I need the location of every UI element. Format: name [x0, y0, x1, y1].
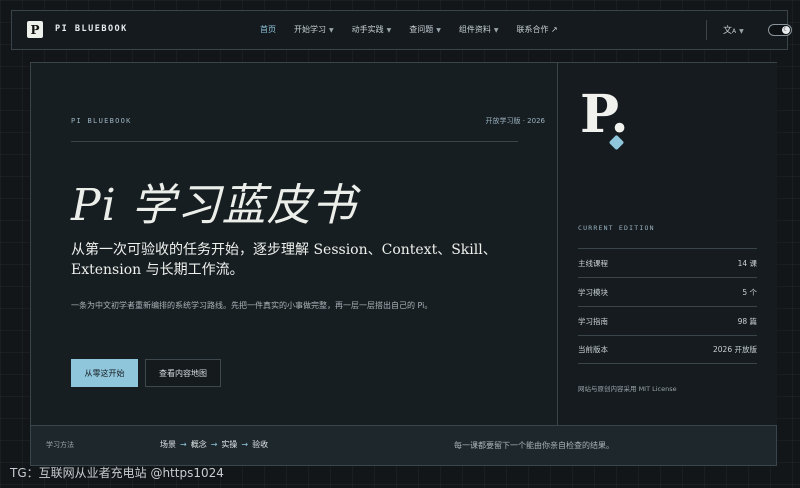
hero-description: 一条为中文初学者重新编排的系统学习路线。先把一件真实的小事做完整，再一层一层搭出… — [71, 301, 433, 310]
watermark-text: TG：互联网从业者充电站 @https1024 — [10, 466, 224, 480]
language-switcher[interactable]: 文A ▼ — [723, 23, 744, 36]
nav-item-troubleshooting[interactable]: 查问题 ▼ — [409, 24, 441, 35]
nav-item-hands-on[interactable]: 动手实践 ▼ — [352, 24, 392, 35]
site-name[interactable]: PI BLUEBOOK — [55, 24, 128, 34]
nav-item-contact[interactable]: 联系合作 ↗ — [517, 24, 558, 35]
chevron-down-icon: ▼ — [386, 27, 392, 34]
step-item: 概念 — [190, 440, 207, 449]
stat-row: 学习指南 98 篇 — [578, 306, 757, 335]
page-title: Pi 学习蓝皮书 — [71, 180, 357, 231]
chevron-down-icon: ▼ — [436, 27, 441, 34]
edition-tag: 开放学习版 · 2026 — [485, 117, 546, 125]
divider — [71, 141, 518, 142]
method-label: 学习方法 — [46, 441, 74, 449]
arrow-right-icon: → — [241, 440, 249, 449]
edition-label: CURRENT EDITION — [578, 224, 655, 232]
edition-panel: P. CURRENT EDITION 主线课程 14 课 学习模块 5 个 学习… — [557, 63, 777, 425]
method-note: 每一课都要留下一个能由你亲自检查的结果。 — [454, 441, 614, 450]
arrow-right-icon: → — [180, 440, 187, 449]
stat-row: 主线课程 14 课 — [578, 248, 757, 277]
stat-row: 学习模块 5 个 — [578, 277, 757, 306]
stat-value: 5 个 — [742, 287, 757, 297]
stat-label: 主线课程 — [578, 258, 608, 268]
method-steps: 场景 → 概念 → 实操 → 验收 — [160, 439, 268, 450]
nav-item-home[interactable]: 首页 — [260, 24, 276, 35]
stat-value: 2026 开放版 — [713, 345, 757, 354]
chevron-down-icon: ▼ — [493, 27, 499, 34]
stat-value: 14 课 — [737, 258, 757, 268]
stat-label: 学习模块 — [578, 287, 608, 297]
main-nav: 首页 开始学习 ▼ 动手实践 ▼ 查问题 ▼ 组件资料 ▼ 联系合作 ↗ — [260, 24, 576, 35]
stat-label: 学习指南 — [578, 316, 608, 326]
stat-row: 当前版本 2026 开放版 — [578, 335, 757, 364]
step-item: 实操 — [221, 440, 238, 449]
hero-card: PI BLUEBOOK 开放学习版 · 2026 Pi 学习蓝皮书 从第一次可验… — [30, 62, 777, 426]
step-item: 场景 — [160, 440, 176, 449]
method-strip: 学习方法 场景 → 概念 → 实操 → 验收 每一课都要留下一个能由你亲自检查的结果。 — [30, 426, 777, 466]
chevron-down-icon: ▼ — [739, 28, 744, 35]
stat-value: 98 篇 — [737, 316, 757, 326]
stat-label: 当前版本 — [578, 345, 608, 354]
nav-item-components[interactable]: 组件资料 ▼ — [459, 24, 499, 35]
hero-subtitle: 从第一次可验收的任务开始，逐步理解 Session、Context、Skill、… — [71, 242, 497, 278]
license-note: 网站与原创内容采用 MIT License — [578, 385, 677, 393]
step-item: 验收 — [252, 440, 269, 449]
start-from-zero-button[interactable]: 从零这开始 — [71, 359, 138, 387]
arrow-right-icon: → — [210, 440, 218, 449]
top-nav-bar: P PI BLUEBOOK 首页 开始学习 ▼ 动手实践 ▼ 查问题 ▼ 组件资料 ▼ … — [11, 10, 792, 50]
theme-toggle[interactable]: ☾ — [768, 24, 792, 36]
hero-eyebrow: PI BLUEBOOK — [71, 117, 132, 125]
content-map-button[interactable]: 查看内容地图 — [145, 359, 221, 387]
translate-icon: 文A — [723, 26, 737, 36]
hero-main: PI BLUEBOOK 开放学习版 · 2026 Pi 学习蓝皮书 从第一次可验… — [31, 63, 557, 425]
edition-stats: 主线课程 14 课 学习模块 5 个 学习指南 98 篇 当前版本 2026 开… — [578, 248, 757, 364]
brand-logo: P. — [580, 84, 629, 145]
moon-icon: ☾ — [782, 26, 790, 34]
nav-divider — [706, 20, 707, 40]
chevron-down-icon: ▼ — [329, 27, 334, 34]
logo-icon[interactable]: P — [27, 21, 43, 38]
nav-item-start-learning[interactable]: 开始学习 ▼ — [294, 24, 334, 35]
